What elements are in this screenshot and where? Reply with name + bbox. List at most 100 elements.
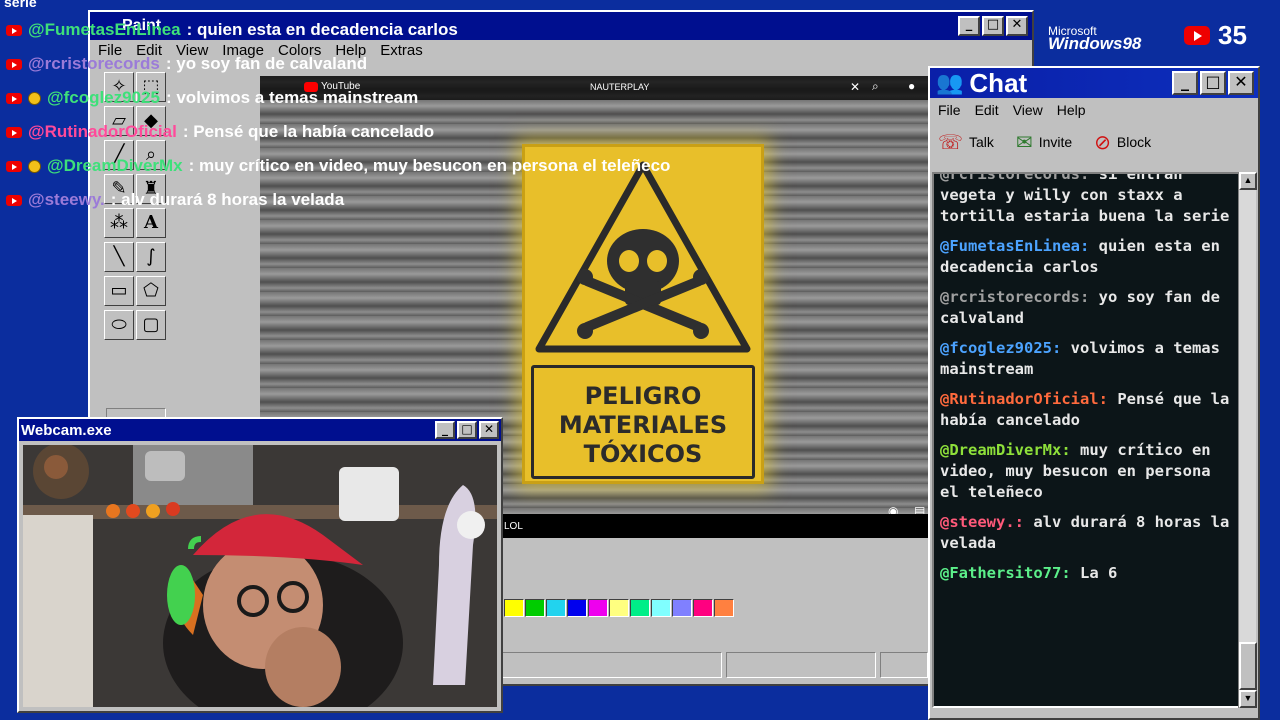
youtube-icon: [6, 160, 22, 172]
airbrush-icon[interactable]: ⁂: [104, 208, 134, 238]
invite-button[interactable]: ✉ Invite: [1016, 130, 1072, 154]
palette-color[interactable]: [651, 599, 671, 617]
webcam-window: Webcam.exe _ □ ✕: [17, 417, 503, 713]
overlay-message-text: : volvimos a temas mainstream: [165, 88, 419, 107]
chat-log[interactable]: @rcristorecords: si entran vegeta y will…: [932, 172, 1240, 708]
block-button[interactable]: ⊘ Block: [1094, 130, 1151, 154]
webcam-maximize-button[interactable]: □: [457, 421, 477, 439]
chat-titlebar: 👥 Chat _ □ ✕: [930, 68, 1258, 98]
ellipse-icon[interactable]: ⬭: [104, 310, 134, 340]
bottom-text: LOL: [504, 521, 523, 532]
curve-icon[interactable]: ∫: [136, 242, 166, 272]
chat-maximize-button[interactable]: □: [1200, 71, 1226, 95]
scroll-down-arrow-icon[interactable]: ▼: [1239, 690, 1257, 708]
chat-username[interactable]: @Fathersito77:: [940, 564, 1071, 582]
overlay-username: @fcoglez9025: [47, 88, 160, 107]
chat-menu-view[interactable]: View: [1013, 102, 1043, 118]
webcam-feed: [23, 445, 497, 707]
minimize-button[interactable]: _: [958, 16, 980, 36]
overlay-username: @FumetasEnLinea: [28, 20, 181, 39]
overlay-username: @DreamDiverMx: [47, 156, 183, 175]
subscriber-counter: 35: [1184, 20, 1247, 51]
overlay-chat-line: @rcristorecords: yo soy fan de calvaland: [6, 54, 367, 74]
search-icon[interactable]: ⌕: [872, 79, 879, 94]
webcam-minimize-button[interactable]: _: [435, 421, 455, 439]
chat-message: @fcoglez9025: volvimos a temas mainstrea…: [940, 338, 1232, 380]
palette-color[interactable]: [630, 599, 650, 617]
chat-username[interactable]: @FumetasEnLinea:: [940, 237, 1089, 255]
chat-message: @DreamDiverMx: muy crítico en video, muy…: [940, 440, 1232, 503]
palette-color[interactable]: [714, 599, 734, 617]
clear-search-icon[interactable]: ✕: [850, 80, 860, 94]
chat-message: @Fathersito77: La 6: [940, 563, 1232, 584]
chat-window: 👥 Chat _ □ ✕ File Edit View Help ☏ Talk …: [928, 66, 1260, 720]
overlay-chat-line: @RutinadorOficial: Pensé que la había ca…: [6, 122, 434, 142]
warning-sign: PELIGRO MATERIALES TÓXICOS: [522, 144, 764, 484]
youtube-icon: [6, 92, 22, 104]
block-label: Block: [1116, 134, 1152, 150]
webcam-close-button[interactable]: ✕: [479, 421, 499, 439]
polygon-icon[interactable]: ⬠: [136, 276, 166, 306]
chat-username[interactable]: @steewy.:: [940, 513, 1024, 531]
talk-button[interactable]: ☏ Talk: [938, 130, 994, 154]
chat-minimize-button[interactable]: _: [1172, 71, 1198, 95]
overlay-username: @steewy.: [28, 190, 105, 209]
line-icon[interactable]: ╲: [104, 242, 134, 272]
scroll-up-arrow-icon[interactable]: ▲: [1239, 172, 1257, 190]
chat-username[interactable]: @rcristorecords:: [940, 174, 1089, 183]
youtube-icon: [6, 58, 22, 70]
skull-warning-icon: [535, 161, 751, 353]
chat-menubar: File Edit View Help: [938, 102, 1086, 118]
chat-title: Chat: [969, 67, 1028, 98]
mic-icon[interactable]: ●: [908, 79, 915, 93]
overlay-chat-line: @FumetasEnLinea : quien esta en decadenci…: [6, 20, 458, 40]
palette-color[interactable]: [567, 599, 587, 617]
status-pane-main: [502, 652, 722, 678]
palette-color[interactable]: [609, 599, 629, 617]
chat-username[interactable]: @rcristorecords:: [940, 288, 1089, 306]
overlay-chat-line: @steewy.: alv durará 8 horas la velada: [6, 190, 344, 210]
overlay-message-text: : Pensé que la había cancelado: [182, 122, 435, 141]
maximize-button[interactable]: □: [982, 16, 1004, 36]
palette-color[interactable]: [693, 599, 713, 617]
windows98-logo: Microsoft Windows98: [1048, 24, 1141, 54]
talk-label: Talk: [969, 134, 994, 150]
palette-color[interactable]: [525, 599, 545, 617]
paint-canvas-strip[interactable]: [502, 538, 928, 584]
overlay-message-text: : muy crítico en video, muy besucon en p…: [188, 156, 671, 175]
scroll-thumb[interactable]: [1239, 642, 1257, 690]
chat-scrollbar[interactable]: ▲ ▼: [1238, 172, 1257, 708]
text-icon[interactable]: A: [136, 208, 166, 238]
chat-menu-edit[interactable]: Edit: [975, 102, 999, 118]
chat-username[interactable]: @DreamDiverMx:: [940, 441, 1071, 459]
windows98-text: Windows98: [1048, 34, 1142, 53]
rounded-rect-icon[interactable]: ▢: [136, 310, 166, 340]
youtube-search-input[interactable]: NAUTERPLAY: [590, 82, 649, 92]
chat-toolbar: ☏ Talk ✉ Invite ⊘ Block: [938, 130, 1151, 154]
chat-menu-file[interactable]: File: [938, 102, 961, 118]
corner-text: serie: [4, 0, 37, 10]
rectangle-icon[interactable]: ▭: [104, 276, 134, 306]
webcam-scene: [23, 445, 497, 707]
overlay-chat-line: @fcoglez9025 : volvimos a temas mainstrea…: [6, 88, 418, 108]
chat-close-button[interactable]: ✕: [1228, 71, 1254, 95]
menu-extras[interactable]: Extras: [380, 42, 423, 59]
chat-message: @rcristorecords: yo soy fan de calvaland: [940, 287, 1232, 329]
webcam-title: Webcam.exe: [21, 421, 112, 439]
palette-color[interactable]: [504, 599, 524, 617]
chat-username[interactable]: @RutinadorOficial:: [940, 390, 1108, 408]
overlay-chat-line: @DreamDiverMx : muy crítico en video, muy…: [6, 156, 670, 176]
palette-color[interactable]: [672, 599, 692, 617]
chat-menu-help[interactable]: Help: [1057, 102, 1086, 118]
status-pane-size: [880, 652, 928, 678]
chat-username[interactable]: @fcoglez9025:: [940, 339, 1061, 357]
webcam-titlebar: Webcam.exe _ □ ✕: [19, 419, 501, 441]
overlay-message-text: : quien esta en decadencia carlos: [186, 20, 458, 39]
member-badge-icon: [28, 159, 41, 173]
chat-message: @rcristorecords: si entran vegeta y will…: [940, 174, 1232, 227]
palette-color[interactable]: [588, 599, 608, 617]
youtube-icon: [6, 126, 22, 138]
chat-message: @RutinadorOficial: Pensé que la había ca…: [940, 389, 1232, 431]
close-button[interactable]: ✕: [1006, 16, 1028, 36]
palette-color[interactable]: [546, 599, 566, 617]
